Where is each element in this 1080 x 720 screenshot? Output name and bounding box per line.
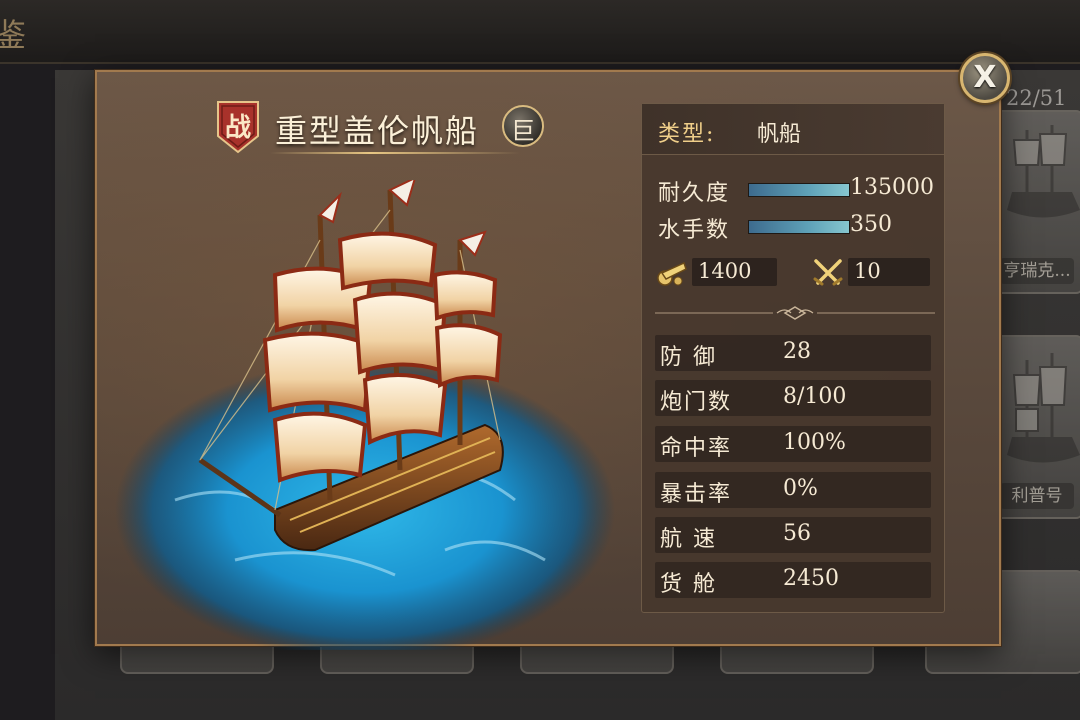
title-underline — [270, 152, 520, 154]
top-bar: 鉴 — [0, 0, 1080, 64]
durability-value: 135000 — [850, 175, 934, 200]
ship-name: 重型盖伦帆船 — [275, 112, 480, 150]
melee-power-box: 10 — [848, 258, 930, 286]
melee-power-value: 10 — [854, 259, 881, 283]
stat-value: 2450 — [783, 566, 839, 591]
stat-label: 货 舱 — [660, 572, 717, 597]
sailors-row: 水手数 350 — [658, 209, 948, 243]
battle-badge-label: 战 — [224, 113, 251, 143]
ship-sketch-icon — [1007, 125, 1080, 218]
background-card-label: 利普号 — [1000, 483, 1074, 509]
stat-row-crit-rate: 暴击率 0% — [655, 472, 931, 508]
durability-bar-fill — [749, 184, 849, 196]
stat-label: 防 御 — [660, 345, 717, 370]
stat-value: 0% — [783, 476, 818, 501]
size-badge: 巨 — [502, 105, 544, 147]
stat-value: 56 — [783, 521, 811, 546]
background-ship-card[interactable]: 亨瑞克... — [990, 110, 1080, 294]
ship-type-label: 类型: — [658, 122, 716, 147]
ship-type-value: 帆船 — [757, 122, 802, 147]
durability-bar — [748, 183, 850, 197]
stat-label: 命中率 — [660, 436, 733, 461]
sailors-bar — [748, 220, 850, 234]
cannon-power-box: 1400 — [692, 258, 777, 286]
ship-title: 战 重型盖伦帆船 巨 — [215, 100, 555, 160]
ship-type-row: 类型: 帆船 — [642, 104, 944, 155]
cannon-icon — [657, 261, 687, 286]
cannon-power-value: 1400 — [698, 259, 752, 283]
sailors-bar-fill — [749, 221, 849, 233]
stat-row-defense: 防 御 28 — [655, 335, 931, 371]
close-button[interactable]: X — [960, 53, 1010, 103]
stat-row-accuracy: 命中率 100% — [655, 426, 931, 462]
close-icon: X — [973, 60, 997, 95]
durability-row: 耐久度 135000 — [658, 172, 948, 206]
ship-illustration[interactable] — [115, 180, 635, 650]
background-card-label: 亨瑞克... — [1000, 258, 1074, 284]
durability-label: 耐久度 — [658, 181, 731, 206]
stat-row-cargo: 货 舱 2450 — [655, 562, 931, 598]
screen-title: 鉴 — [0, 16, 29, 54]
background-ship-card[interactable]: 利普号 — [990, 335, 1080, 519]
battle-badge: 战 — [215, 100, 261, 154]
stat-label: 暴击率 — [660, 482, 733, 507]
collection-counter: 22/51 — [1006, 86, 1067, 110]
size-badge-label: 巨 — [511, 117, 535, 145]
stat-label: 炮门数 — [660, 390, 733, 415]
stat-value: 8/100 — [783, 384, 847, 409]
sailors-value: 350 — [850, 212, 892, 237]
sailors-label: 水手数 — [658, 218, 731, 243]
stat-value: 100% — [783, 430, 846, 455]
stat-row-gun-ports: 炮门数 8/100 — [655, 380, 931, 416]
crossed-swords-icon — [813, 259, 843, 286]
stat-value: 28 — [783, 339, 811, 364]
stat-label: 航 速 — [660, 527, 717, 552]
stat-row-speed: 航 速 56 — [655, 517, 931, 553]
ship-sketch-icon — [1007, 353, 1080, 463]
ornament-divider — [655, 306, 935, 320]
